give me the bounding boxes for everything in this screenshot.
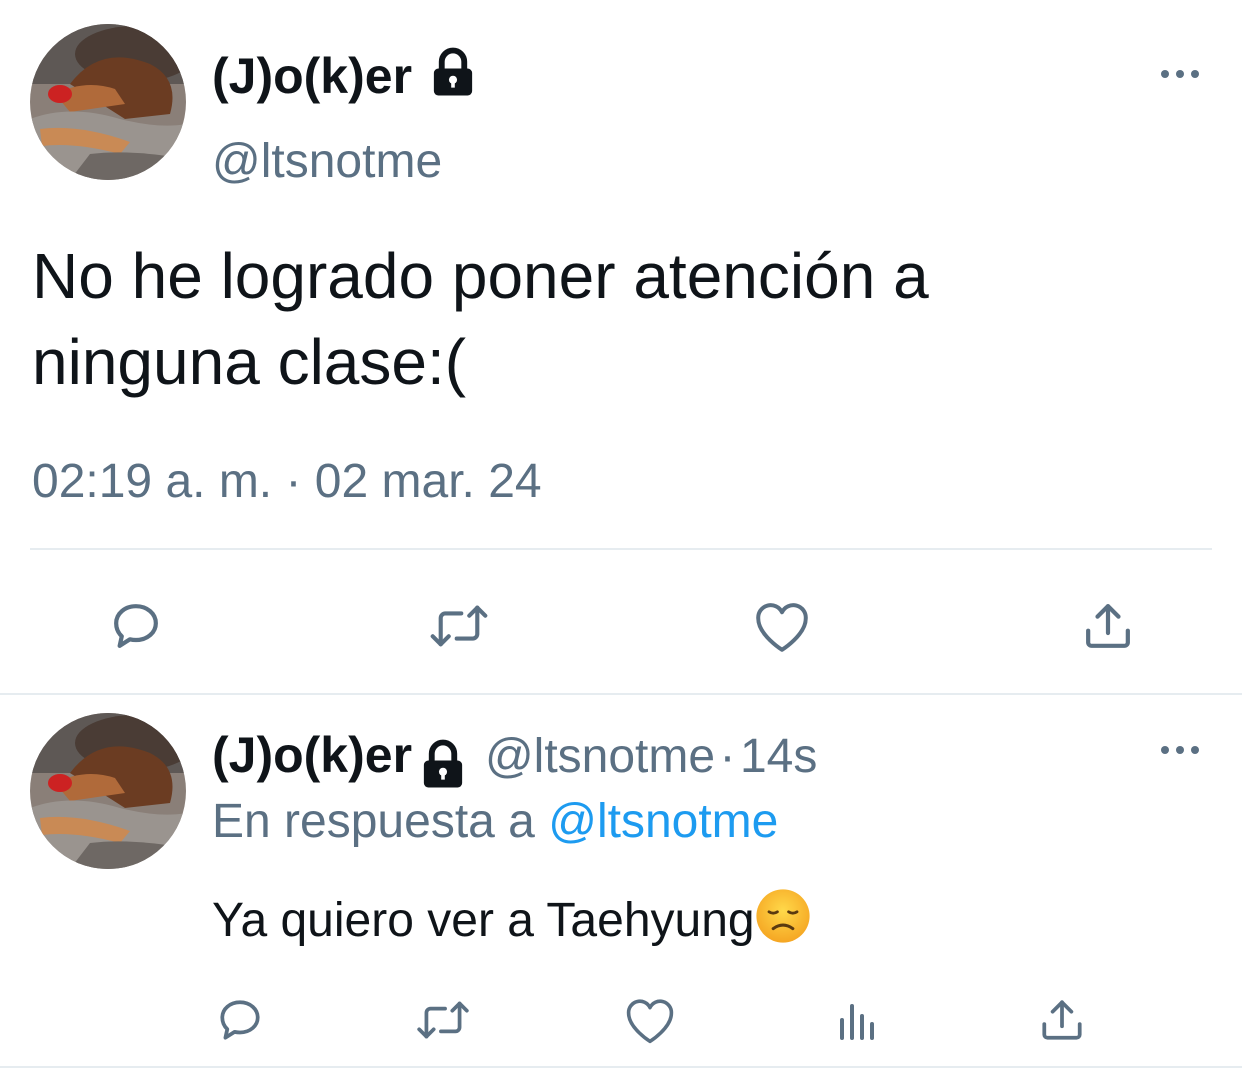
user-handle[interactable]: @ltsnotme — [485, 730, 715, 783]
divider — [0, 1066, 1242, 1068]
share-button[interactable] — [1076, 594, 1140, 658]
like-button[interactable] — [622, 992, 678, 1048]
reply-icon — [220, 1000, 260, 1040]
like-button[interactable] — [750, 594, 814, 658]
share-icon — [1042, 1000, 1082, 1040]
retweet-button[interactable] — [412, 992, 474, 1048]
like-icon — [756, 603, 808, 652]
tweet-text: No he logrado poner atención a ninguna c… — [32, 233, 929, 405]
tweet-text-line-2: ninguna clase:( — [32, 326, 467, 398]
avatar-image — [30, 713, 186, 869]
display-name-text: (J)o(k)er — [212, 48, 413, 104]
like-icon — [626, 999, 674, 1044]
retweet-icon — [417, 1001, 469, 1039]
reply-text: Ya quiero ver a Taehyung — [212, 894, 755, 947]
retweet-icon — [430, 605, 488, 647]
tweet-text-line-1: No he logrado poner atención a — [32, 240, 929, 312]
avatar-image — [30, 24, 186, 180]
more-icon[interactable] — [1158, 740, 1202, 765]
separator-dot: · — [719, 730, 736, 783]
retweet-button[interactable] — [425, 594, 493, 658]
share-icon — [1086, 604, 1130, 648]
reply-button[interactable] — [104, 594, 168, 658]
mention-link[interactable]: @ltsnotme — [548, 795, 778, 848]
replying-to-prefix: En respuesta a — [212, 795, 535, 848]
tweet-time[interactable]: 14s — [740, 730, 817, 783]
disappointed-face-emoji — [755, 888, 811, 958]
lock-icon — [426, 46, 480, 113]
display-name[interactable]: (J)o(k)er — [212, 46, 480, 113]
divider — [30, 548, 1212, 550]
user-handle[interactable]: @ltsnotme — [212, 133, 442, 191]
share-button[interactable] — [1034, 992, 1090, 1048]
tweet-timestamp[interactable]: 02:19 a. m. · 02 mar. 24 — [32, 453, 542, 511]
analytics-button[interactable] — [828, 992, 884, 1048]
divider — [0, 693, 1242, 695]
reply-button[interactable] — [212, 992, 268, 1048]
display-name[interactable]: (J)o(k)er — [212, 727, 412, 783]
avatar[interactable] — [30, 24, 186, 180]
replying-to: En respuesta a @ltsnotme — [212, 793, 778, 851]
avatar[interactable] — [30, 713, 186, 869]
more-icon[interactable] — [1158, 64, 1202, 89]
lock-icon — [416, 738, 470, 797]
reply-tweet-text: Ya quiero ver a Taehyung — [212, 888, 811, 958]
analytics-icon — [840, 1004, 874, 1040]
reply-icon — [114, 604, 158, 648]
reply-header: (J)o(k)er @ltsnotme · 14s — [212, 725, 817, 797]
